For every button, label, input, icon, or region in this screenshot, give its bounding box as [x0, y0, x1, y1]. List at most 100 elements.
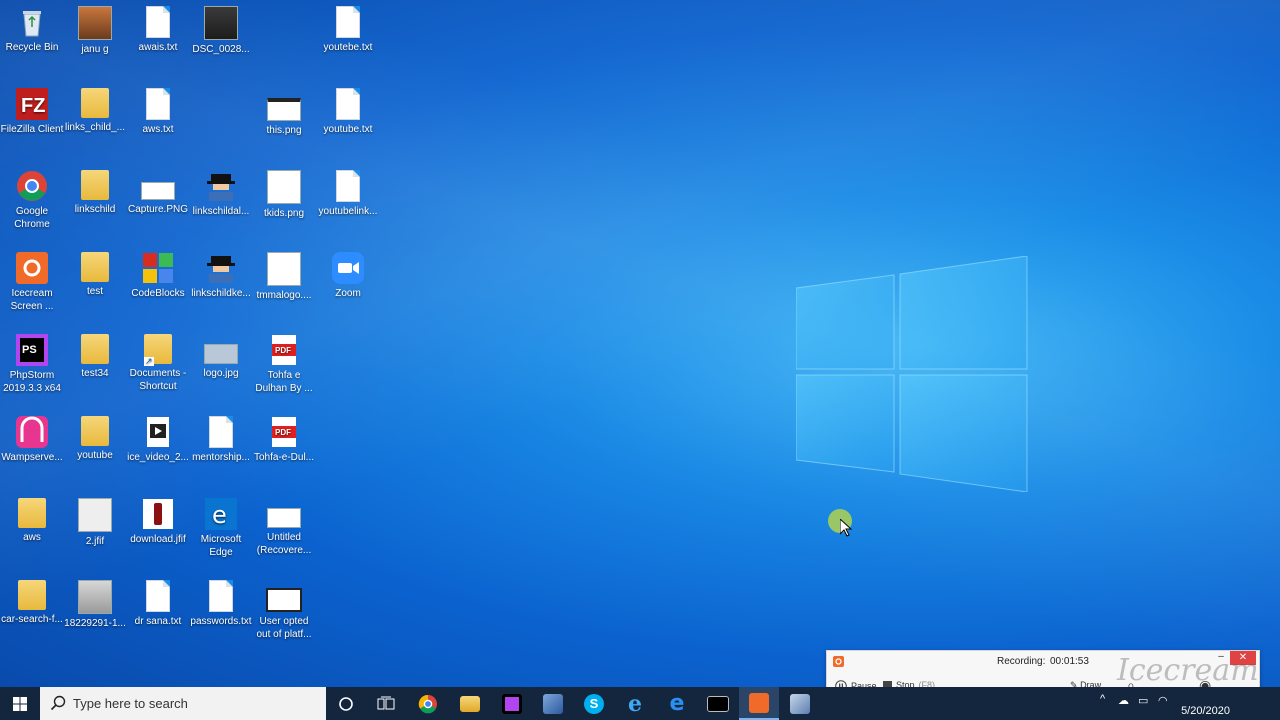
desktop-icon-passwords-txt[interactable]: passwords.txt — [189, 576, 253, 628]
desktop-icon-label: youtube.txt — [323, 124, 373, 135]
desktop-icon-2-jfif[interactable]: 2.jfif — [63, 494, 127, 548]
filezilla-icon: FZ — [16, 88, 48, 120]
edge-icon: e — [669, 691, 685, 716]
desktop-icon-youtube-txt[interactable]: youtube.txt — [316, 84, 380, 136]
desktop-icon-janu-g[interactable]: janu g — [63, 2, 127, 56]
desktop-icon-filezilla[interactable]: FZ FileZilla Client — [0, 84, 64, 136]
taskbar-file-explorer[interactable] — [450, 687, 490, 720]
taskbar-date[interactable]: 5/20/2020 — [1181, 705, 1230, 717]
desktop-icon-aws-txt[interactable]: aws.txt — [126, 84, 190, 136]
desktop-icon-this-png[interactable]: this.png — [252, 84, 316, 137]
cortana-button[interactable] — [326, 687, 366, 720]
pdf-icon: PDF — [272, 335, 296, 365]
text-file-icon — [209, 416, 233, 448]
image-icon — [78, 6, 112, 40]
search-placeholder: Type here to search — [73, 696, 188, 711]
chrome-icon — [418, 694, 437, 713]
desktop-icon-test[interactable]: test — [63, 248, 127, 298]
desktop-icon-label: Icecream Screen ... — [10, 288, 54, 312]
text-file-icon — [336, 88, 360, 120]
desktop-icon-linkschildke[interactable]: linkschildke... — [189, 248, 253, 300]
desktop-icon-untitled-recovered[interactable]: Untitled (Recovere... — [252, 494, 316, 557]
text-file-icon — [336, 6, 360, 38]
image-icon — [143, 499, 173, 529]
desktop-icon-awais-txt[interactable]: awais.txt — [126, 2, 190, 54]
desktop-icon-phpstorm[interactable]: PS PhpStorm 2019.3.3 x64 — [0, 330, 64, 395]
desktop-icon-microsoft-edge[interactable]: e Microsoft Edge — [189, 494, 253, 559]
task-view-button[interactable] — [366, 687, 406, 720]
image-icon — [141, 182, 175, 200]
folder-icon — [144, 334, 172, 366]
cortana-icon — [339, 696, 353, 711]
ie-icon: e — [628, 690, 642, 717]
desktop-icon-car-search[interactable]: car-search-f... — [0, 576, 64, 626]
desktop-icon-logo-jpg[interactable]: logo.jpg — [189, 330, 253, 380]
desktop-icon-tohfa-pdf[interactable]: PDF Tohfa e Dulhan By ... — [252, 330, 316, 395]
taskbar-network-tool[interactable] — [533, 687, 573, 720]
desktop-icon-youtubelink[interactable]: youtubelink... — [316, 166, 380, 218]
taskbar-terminal[interactable] — [698, 687, 738, 720]
desktop-icon-label: User opted out of platf... — [256, 616, 312, 640]
desktop-icon-linkschild[interactable]: linkschild — [63, 166, 127, 216]
svg-text:e: e — [212, 501, 227, 529]
desktop-icon-dsc-0028[interactable]: DSC_0028... — [189, 2, 253, 56]
chevron-up-icon[interactable]: ^ — [1100, 693, 1105, 705]
desktop-icon-wampserver[interactable]: Wampserve... — [0, 412, 64, 464]
desktop-icon-aws-folder[interactable]: aws — [0, 494, 64, 544]
desktop-icon-label: this.png — [266, 125, 302, 136]
desktop-icon-ice-video[interactable]: ice_video_2... — [126, 412, 190, 464]
icecream-icon — [16, 252, 48, 284]
desktop-icon-recycle-bin[interactable]: Recycle Bin — [0, 2, 64, 54]
taskbar-edge[interactable]: e — [657, 687, 697, 720]
desktop-icon-label: aws.txt — [142, 124, 174, 135]
desktop-icon-tkids-png[interactable]: tkids.png — [252, 166, 316, 220]
icecream-recorder-icon — [749, 692, 769, 713]
cloud-icon[interactable]: ☁ — [1118, 694, 1129, 707]
folder-icon — [81, 416, 109, 446]
desktop-icon-label: linkschildke... — [191, 288, 251, 299]
taskbar-icecream-recorder[interactable] — [739, 687, 779, 720]
desktop-icon-label: Untitled (Recovere... — [256, 532, 312, 556]
text-file-icon — [146, 580, 170, 612]
desktop-icon-icecream[interactable]: Icecream Screen ... — [0, 248, 64, 313]
desktop-icon-label: Capture.PNG — [127, 204, 189, 215]
start-button[interactable] — [0, 687, 40, 720]
desktop-icon-zoom[interactable]: Zoom — [316, 248, 380, 300]
wifi-icon[interactable]: ◠ — [1158, 694, 1168, 707]
taskbar-chrome[interactable] — [408, 687, 448, 720]
desktop-icon-label: test — [86, 286, 104, 297]
desktop-icon-download-jfif[interactable]: download.jfif — [126, 494, 190, 546]
desktop-icon-linkschildal[interactable]: linkschildal... — [189, 166, 253, 218]
desktop-icon-mentorship[interactable]: mentorship... — [189, 412, 253, 464]
svg-text:PDF: PDF — [275, 428, 291, 437]
desktop-icon-test34[interactable]: test34 — [63, 330, 127, 380]
desktop-icon-label: download.jfif — [130, 534, 186, 545]
desktop-icon-youtebe-txt[interactable]: youtebe.txt — [316, 2, 380, 54]
taskbar-skype[interactable]: S — [574, 687, 614, 720]
desktop-icon-documents-shortcut[interactable]: Documents - Shortcut — [126, 330, 190, 393]
desktop-icon-youtube-folder[interactable]: youtube — [63, 412, 127, 462]
desktop-icon-tmmalogo[interactable]: tmmalogo.... — [252, 248, 316, 302]
taskbar-search-box[interactable]: Type here to search — [40, 687, 326, 720]
desktop-icon-capture-png[interactable]: Capture.PNG — [126, 166, 190, 216]
control-panel-icon — [790, 693, 810, 714]
desktop-icon-label: mentorship... — [192, 452, 250, 463]
desktop-icon-user-opted-out[interactable]: User opted out of platf... — [252, 576, 316, 641]
desktop-icon-dr-sana-txt[interactable]: dr sana.txt — [126, 576, 190, 628]
desktop-icon-links-child[interactable]: links_child_... — [63, 84, 127, 134]
taskbar-control-panel[interactable] — [780, 687, 820, 720]
battery-icon[interactable]: ▭ — [1138, 694, 1148, 707]
taskbar-internet-explorer[interactable]: e — [615, 687, 655, 720]
desktop-icon-18229291[interactable]: 18229291-1... — [63, 576, 127, 630]
photo-icon — [204, 6, 238, 40]
image-icon — [204, 344, 238, 364]
image-icon — [267, 252, 301, 286]
desktop-icon-tohfa-dul-pdf[interactable]: PDF Tohfa-e-Dul... — [252, 412, 316, 464]
taskbar-phpstorm[interactable] — [492, 687, 532, 720]
desktop-icon-google-chrome[interactable]: Google Chrome — [0, 166, 64, 231]
chrome-icon — [16, 170, 48, 202]
desktop-icon-label: test34 — [81, 368, 109, 379]
desktop-icon-codeblocks[interactable]: CodeBlocks — [126, 248, 190, 300]
zoom-icon — [332, 252, 364, 284]
text-file-icon — [146, 6, 170, 38]
